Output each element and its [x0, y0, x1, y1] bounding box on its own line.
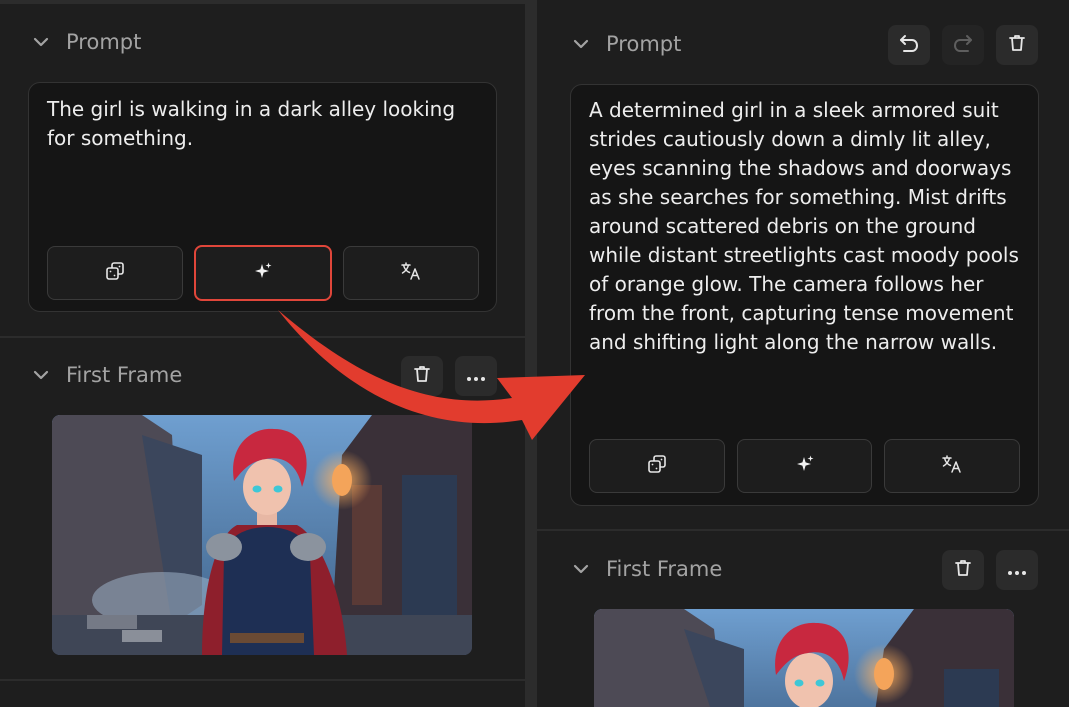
dice-icon: [647, 454, 667, 478]
top-divider: [0, 0, 525, 4]
prompt-input[interactable]: A determined girl in a sleek armored sui…: [589, 96, 1029, 357]
chevron-down-icon[interactable]: [570, 558, 592, 580]
prompt-section-header[interactable]: Prompt: [570, 32, 681, 56]
section-divider: [537, 529, 1069, 531]
undo-button[interactable]: [888, 25, 930, 65]
chevron-down-icon[interactable]: [570, 33, 592, 55]
left-panel: Prompt The girl is walking in a dark all…: [0, 0, 525, 707]
first-frame-image[interactable]: [594, 609, 1014, 707]
translate-icon: [400, 261, 422, 285]
trash-icon: [953, 558, 973, 582]
prompt-box: The girl is walking in a dark alley look…: [28, 82, 497, 312]
delete-frame-button[interactable]: [942, 550, 984, 590]
section-title: First Frame: [606, 557, 723, 581]
right-panel: Prompt A determined girl in a sleek armo…: [537, 0, 1069, 707]
alley-illustration: [594, 609, 1014, 707]
random-prompt-button[interactable]: [47, 246, 183, 300]
section-title: Prompt: [66, 30, 142, 54]
alley-illustration: [52, 415, 472, 655]
redo-icon: [952, 33, 974, 57]
sparkle-icon: [795, 454, 815, 478]
section-divider: [0, 679, 525, 681]
translate-icon: [941, 454, 963, 478]
clear-prompt-button[interactable]: [996, 25, 1038, 65]
section-title: First Frame: [66, 363, 183, 387]
enhance-prompt-button[interactable]: [194, 245, 332, 301]
more-icon: [466, 367, 486, 386]
section-title: Prompt: [606, 32, 682, 56]
enhance-prompt-button[interactable]: [737, 439, 872, 493]
delete-frame-button[interactable]: [401, 356, 443, 396]
chevron-down-icon[interactable]: [30, 364, 52, 386]
section-divider: [0, 336, 525, 338]
prompt-input[interactable]: The girl is walking in a dark alley look…: [47, 95, 477, 153]
sparkle-icon: [253, 261, 273, 285]
undo-icon: [898, 33, 920, 57]
first-frame-section-header[interactable]: First Frame: [570, 557, 722, 581]
more-icon: [1007, 561, 1027, 580]
more-options-button[interactable]: [996, 550, 1038, 590]
panel-divider: [525, 0, 537, 707]
translate-button[interactable]: [343, 246, 479, 300]
redo-button[interactable]: [942, 25, 984, 65]
trash-icon: [1007, 33, 1027, 57]
chevron-down-icon[interactable]: [30, 31, 52, 53]
prompt-section-header[interactable]: Prompt: [30, 30, 141, 54]
trash-icon: [412, 364, 432, 388]
first-frame-image[interactable]: [52, 415, 472, 655]
translate-button[interactable]: [884, 439, 1020, 493]
more-options-button[interactable]: [455, 356, 497, 396]
dice-icon: [105, 261, 125, 285]
random-prompt-button[interactable]: [589, 439, 725, 493]
prompt-box: A determined girl in a sleek armored sui…: [570, 84, 1039, 506]
first-frame-section-header[interactable]: First Frame: [30, 363, 182, 387]
